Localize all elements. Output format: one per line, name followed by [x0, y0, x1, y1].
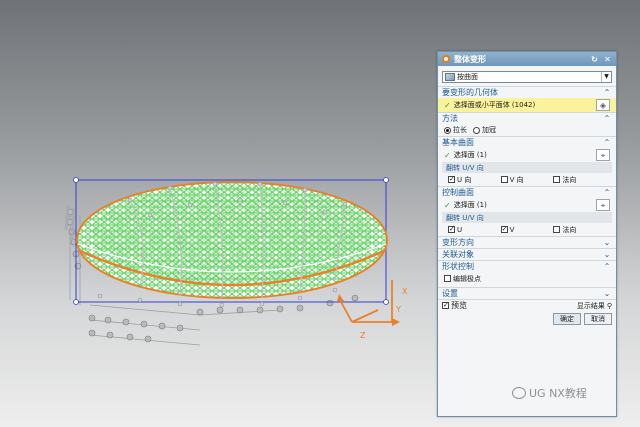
section-control-surface[interactable]: 控制曲面 ⌃ [438, 186, 616, 198]
control-flip-normal-checkbox[interactable]: 法向 [553, 225, 606, 235]
reset-icon[interactable]: ↻ [590, 55, 599, 64]
edit-poles-checkbox[interactable]: 编辑极点 [444, 274, 606, 284]
geometry-selection-row[interactable]: ✓ 选择面或小平面体 (1042) ◈ [438, 98, 616, 112]
control-flip-uv-header: 翻转 U/V 向 [442, 212, 612, 223]
type-dropdown-value: 按曲面 [457, 73, 478, 81]
cancel-button[interactable]: 取消 [584, 313, 612, 325]
base-flip-u-checkbox[interactable]: U 向 [448, 175, 501, 185]
dialog-title-bar[interactable]: 整体变形 ↻ ✕ [438, 52, 616, 66]
chevron-down-icon[interactable]: ▼ [601, 72, 611, 82]
preview-checkbox[interactable]: 预览 [442, 300, 577, 311]
show-result-label[interactable]: 显示结果 [577, 301, 605, 311]
chevron-up-icon[interactable]: ⌃ [602, 262, 612, 271]
surface-type-icon [445, 73, 455, 81]
chevron-down-icon[interactable]: ⌄ [602, 289, 612, 298]
chevron-up-icon[interactable]: ⌃ [602, 188, 612, 197]
check-icon: ✓ [444, 100, 451, 110]
chevron-down-icon[interactable]: ⌄ [602, 250, 612, 259]
chevron-up-icon[interactable]: ⌃ [602, 138, 612, 147]
section-deform-direction[interactable]: 变形方向 ⌄ [438, 236, 616, 248]
chevron-down-icon[interactable]: ⌄ [602, 238, 612, 247]
axis-label-u: X [402, 287, 408, 296]
section-geometry[interactable]: 要变形的几何体 ⌃ [438, 86, 616, 98]
crosshair-icon[interactable]: ⌖ [596, 149, 610, 161]
control-surface-selection-row[interactable]: ✓ 选择面 (1) ⌖ [438, 198, 616, 212]
check-icon: ✓ [444, 200, 451, 210]
radio-crown[interactable]: 加冠 [473, 125, 496, 135]
crosshair-icon[interactable]: ⌖ [596, 199, 610, 211]
dialog-title: 整体变形 [454, 54, 486, 64]
deformed-mesh-model: X Y Z [64, 177, 408, 346]
base-flip-v-checkbox[interactable]: V 向 [500, 175, 554, 185]
wechat-logo-icon [512, 387, 526, 399]
radio-button[interactable] [444, 126, 451, 134]
axis-label-w: Z [360, 331, 366, 340]
watermark: UG NX教程 [512, 385, 587, 401]
check-icon: ✓ [444, 150, 451, 160]
global-shaping-dialog: 整体变形 ↻ ✕ 按曲面 ▼ 要变形的几何体 ⌃ ✓ 选择面或小平面体 (104… [437, 51, 617, 417]
preview-row: 预览 显示结果 ⚲ [438, 299, 616, 311]
section-settings[interactable]: 设置 ⌄ [438, 287, 616, 299]
control-flip-v-checkbox[interactable]: V [500, 226, 554, 234]
radio-stretch[interactable]: 拉长 [444, 125, 467, 135]
search-icon[interactable]: ⚲ [607, 302, 612, 310]
control-flip-u-checkbox[interactable]: U [448, 226, 501, 234]
type-dropdown[interactable]: 按曲面 ▼ [442, 71, 612, 83]
ok-button[interactable]: 确定 [553, 313, 581, 325]
section-shape-control[interactable]: 形状控制 ⌃ [438, 260, 616, 272]
base-surface-selection-row[interactable]: ✓ 选择面 (1) ⌖ [438, 148, 616, 162]
graphics-viewport[interactable]: X Y Z [0, 0, 432, 427]
base-flip-uv-header: 翻转 U/V 向 [442, 162, 612, 173]
section-method[interactable]: 方法 ⌃ [438, 112, 616, 124]
gear-icon [442, 55, 450, 63]
select-faces-icon[interactable]: ◈ [596, 99, 610, 111]
close-icon[interactable]: ✕ [603, 55, 612, 64]
base-flip-normal-checkbox[interactable]: 法向 [553, 175, 606, 185]
radio-button[interactable] [473, 126, 480, 134]
axis-label-v: Y [395, 305, 401, 314]
chevron-up-icon[interactable]: ⌃ [602, 114, 612, 123]
chevron-up-icon[interactable]: ⌃ [602, 88, 612, 97]
section-associate[interactable]: 关联对象 ⌄ [438, 248, 616, 260]
section-base-surface[interactable]: 基本曲面 ⌃ [438, 136, 616, 148]
